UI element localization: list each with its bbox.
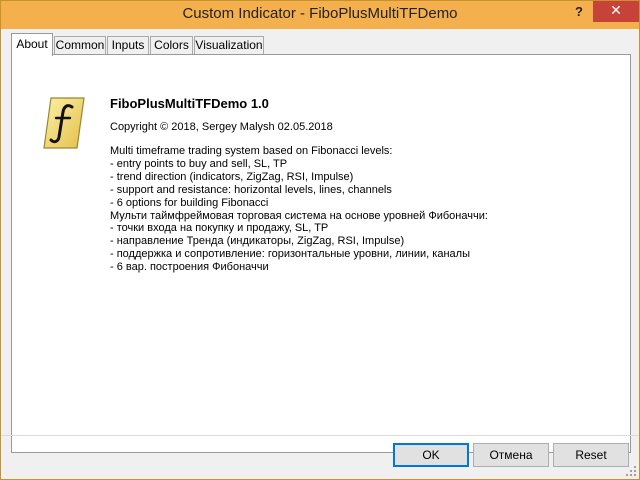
close-button[interactable]: ✕ xyxy=(593,1,639,22)
description-line: Multi timeframe trading system based on … xyxy=(110,145,393,157)
indicator-name: FiboPlusMultiTFDemo 1.0 xyxy=(110,96,269,111)
tab-visualization[interactable]: Visualization xyxy=(194,36,264,55)
dialog-window: Custom Indicator - FiboPlusMultiTFDemo ?… xyxy=(0,0,640,480)
copyright-text: Copyright © 2018, Sergey Malysh 02.05.20… xyxy=(110,121,333,133)
description-block: Multi timeframe trading system based on … xyxy=(110,145,610,274)
button-bar-separator xyxy=(1,435,639,436)
description-line: - точки входа на покупку и продажу, SL, … xyxy=(110,222,329,235)
description-line: - support and resistance: horizontal lev… xyxy=(110,183,392,196)
reset-button[interactable]: Reset xyxy=(553,443,629,467)
description-line: - 6 вар. построения Фибоначчи xyxy=(110,261,269,274)
tab-common[interactable]: Common xyxy=(54,36,106,55)
about-panel: FiboPlusMultiTFDemo 1.0 Copyright © 2018… xyxy=(11,54,631,453)
tab-inputs[interactable]: Inputs xyxy=(107,36,149,55)
title-bar[interactable]: Custom Indicator - FiboPlusMultiTFDemo ?… xyxy=(1,1,639,29)
description-line: - направление Тренда (индикаторы, ZigZag… xyxy=(110,235,405,248)
ok-button[interactable]: OK xyxy=(393,443,469,467)
description-line: - 6 options for building Fibonacci xyxy=(110,196,269,209)
description-line: - поддержка и сопротивление: горизонталь… xyxy=(110,248,470,261)
dialog-client: About Common Inputs Colors Visualization… xyxy=(8,29,633,473)
help-button[interactable]: ? xyxy=(571,4,587,20)
resize-grip-icon[interactable] xyxy=(625,465,637,477)
description-line: Мульти таймфреймовая торговая система на… xyxy=(110,209,488,222)
description-line: - entry points to buy and sell, SL, TP xyxy=(110,157,288,170)
tab-about[interactable]: About xyxy=(11,33,53,56)
window-title: Custom Indicator - FiboPlusMultiTFDemo xyxy=(182,5,458,22)
tab-colors[interactable]: Colors xyxy=(150,36,193,55)
fibonacci-script-f-icon xyxy=(43,97,85,149)
description-line: - trend direction (indicators, ZigZag, R… xyxy=(110,170,354,183)
cancel-button[interactable]: Отмена xyxy=(473,443,549,467)
